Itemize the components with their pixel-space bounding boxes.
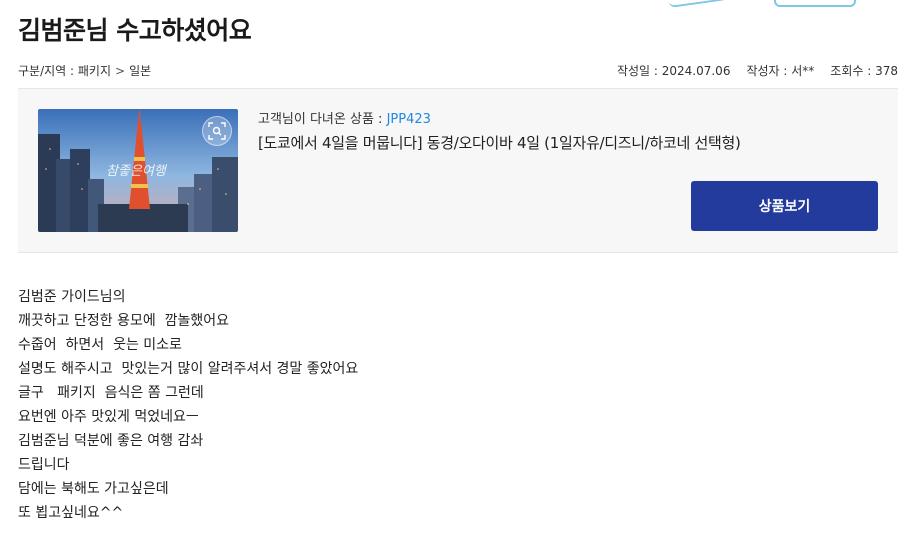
review-line: 김범준 가이드님의 bbox=[18, 289, 126, 305]
product-label-prefix: 고객님이 다녀온 상품 : bbox=[258, 112, 387, 127]
breadcrumb-category: 구분/지역 : 패키지 bbox=[18, 64, 111, 78]
post-info: 작성일 : 2024.07.06 작성자 : 서** 조회수 : 378 bbox=[617, 62, 898, 79]
product-label: 고객님이 다녀온 상품 : JPP423 bbox=[258, 108, 431, 127]
review-line: 요번엔 아주 맛있게 먹었네요ㅡ bbox=[18, 409, 199, 425]
chevron-right-icon: > bbox=[115, 63, 126, 78]
page-title: 김범준님 수고하셨어요 bbox=[18, 16, 252, 45]
review-line: 깨끗하고 단정한 용모에 깜놀했어요 bbox=[18, 313, 229, 329]
meta-row: 구분/지역 : 패키지 > 일본 작성일 : 2024.07.06 작성자 : … bbox=[18, 62, 898, 79]
decoration-line bbox=[667, 0, 729, 9]
review-line: 김범준님 덕분에 좋은 여행 감솨 bbox=[18, 433, 204, 449]
post-date: 작성일 : 2024.07.06 bbox=[616, 64, 731, 78]
product-thumbnail[interactable]: 참좋은여행 bbox=[38, 109, 238, 232]
review-line: 또 뵙고싶네요^^ bbox=[18, 505, 124, 521]
decoration-tab bbox=[774, 0, 856, 7]
review-line: 글구 패키지 음식은 쫌 그런데 bbox=[18, 385, 204, 401]
review-line: 설명도 해주시고 맛있는거 많이 알려주셔서 경말 좋았어요 bbox=[18, 361, 359, 377]
product-card: 참좋은여행 고객님이 다녀온 상품 : JPP423 [도쿄에서 4일을 머뭅니… bbox=[18, 88, 898, 253]
product-name[interactable]: [도쿄에서 4일을 머뭅니다] 동경/오다이바 4일 (1일자유/디즈니/하코네… bbox=[258, 132, 741, 153]
zoom-icon[interactable] bbox=[202, 116, 232, 146]
svg-text:참좋은여행: 참좋은여행 bbox=[106, 164, 168, 179]
review-line: 담에는 북해도 가고싶은데 bbox=[18, 481, 169, 497]
view-product-button[interactable]: 상품보기 bbox=[691, 181, 878, 231]
post-author: 작성자 : 서** bbox=[746, 64, 815, 78]
breadcrumb: 구분/지역 : 패키지 > 일본 bbox=[18, 62, 151, 79]
review-line: 드립니다 bbox=[18, 457, 70, 473]
post-views: 조회수 : 378 bbox=[830, 64, 898, 78]
review-body: 김범준 가이드님의 깨끗하고 단정한 용모에 깜놀했어요 수줍어 하면서 웃는 … bbox=[18, 285, 358, 525]
breadcrumb-region: 일본 bbox=[129, 64, 152, 78]
product-code: JPP423 bbox=[386, 112, 431, 127]
review-line: 수줍어 하면서 웃는 미소로 bbox=[18, 337, 182, 353]
